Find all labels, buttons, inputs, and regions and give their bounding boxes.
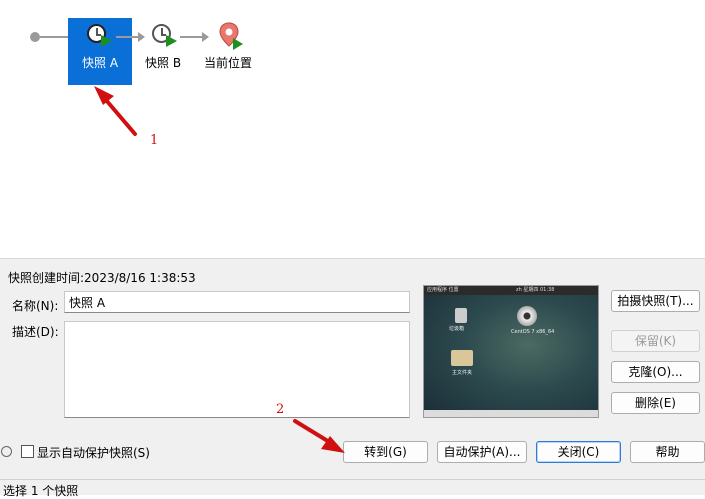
home-folder-label: 主文件夹 bbox=[452, 370, 473, 376]
snapshot-details-panel: 快照创建时间:2023/8/16 1:38:53 名称(N): 快照 A 描述(… bbox=[0, 258, 705, 498]
snapshot-node-b[interactable]: 快照 B bbox=[140, 18, 190, 78]
current-location-node[interactable]: 当前位置 bbox=[200, 18, 256, 78]
status-bar: 选择 1 个快照 bbox=[0, 479, 705, 498]
annotation-label-1: 1 bbox=[150, 133, 159, 148]
goto-button[interactable]: 转到(G) bbox=[343, 441, 428, 463]
show-autoprotect-label[interactable]: 显示自动保护快照(S) bbox=[37, 444, 150, 461]
autoprotect-button[interactable]: 自动保护(A)... bbox=[437, 441, 527, 463]
description-field[interactable] bbox=[64, 321, 410, 418]
name-field[interactable]: 快照 A bbox=[64, 291, 410, 313]
take-snapshot-button[interactable]: 拍摄快照(T)... bbox=[611, 290, 700, 312]
connector-line bbox=[180, 36, 202, 38]
snapshot-thumbnail: 应用程序 位置 zh 星期四 01:38 垃圾箱 CentOS 7 x86_64… bbox=[423, 285, 599, 418]
snapshot-tree: 快照 A 快照 B 当前位置 1 bbox=[0, 0, 705, 258]
disc-label: CentOS 7 x86_64 bbox=[511, 329, 555, 335]
keep-button[interactable]: 保留(K) bbox=[611, 330, 700, 352]
help-button[interactable]: 帮助 bbox=[630, 441, 705, 463]
current-location-label: 当前位置 bbox=[204, 56, 253, 70]
description-label: 描述(D): bbox=[12, 325, 59, 339]
connector-line bbox=[116, 36, 138, 38]
delete-button[interactable]: 删除(E) bbox=[611, 392, 700, 414]
name-label: 名称(N): bbox=[12, 299, 59, 313]
current-location-pin-icon bbox=[219, 22, 243, 50]
home-folder-icon bbox=[451, 350, 473, 366]
trash-label: 垃圾箱 bbox=[449, 326, 465, 332]
close-button[interactable]: 关闭(C) bbox=[536, 441, 621, 463]
show-autoprotect-checkbox[interactable] bbox=[21, 445, 34, 458]
snapshot-node-a[interactable]: 快照 A bbox=[68, 18, 132, 85]
thumbnail-bottom-bar bbox=[424, 410, 598, 417]
annotation-arrow-2 bbox=[293, 419, 345, 453]
thumbnail-top-bar-left: 应用程序 位置 bbox=[427, 287, 459, 293]
play-icon bbox=[166, 35, 177, 47]
annotation-arrow-1 bbox=[94, 86, 137, 136]
thumbnail-top-bar-right: zh 星期四 01:38 bbox=[516, 287, 555, 293]
disc-icon bbox=[517, 306, 537, 326]
snapshot-created-time: 快照创建时间:2023/8/16 1:38:53 bbox=[8, 271, 196, 285]
play-icon bbox=[101, 35, 112, 47]
annotation-label-2: 2 bbox=[276, 402, 285, 417]
thumbnail-top-bar: 应用程序 位置 zh 星期四 01:38 bbox=[424, 286, 598, 295]
snapshot-node-a-label: 快照 A bbox=[82, 56, 119, 70]
tree-root-dot bbox=[30, 32, 40, 42]
history-icon bbox=[1, 446, 12, 457]
status-text: 选择 1 个快照 bbox=[3, 484, 79, 498]
clone-button[interactable]: 克隆(O)... bbox=[611, 361, 700, 383]
trash-icon bbox=[455, 308, 467, 323]
snapshot-node-b-label: 快照 B bbox=[145, 56, 182, 70]
